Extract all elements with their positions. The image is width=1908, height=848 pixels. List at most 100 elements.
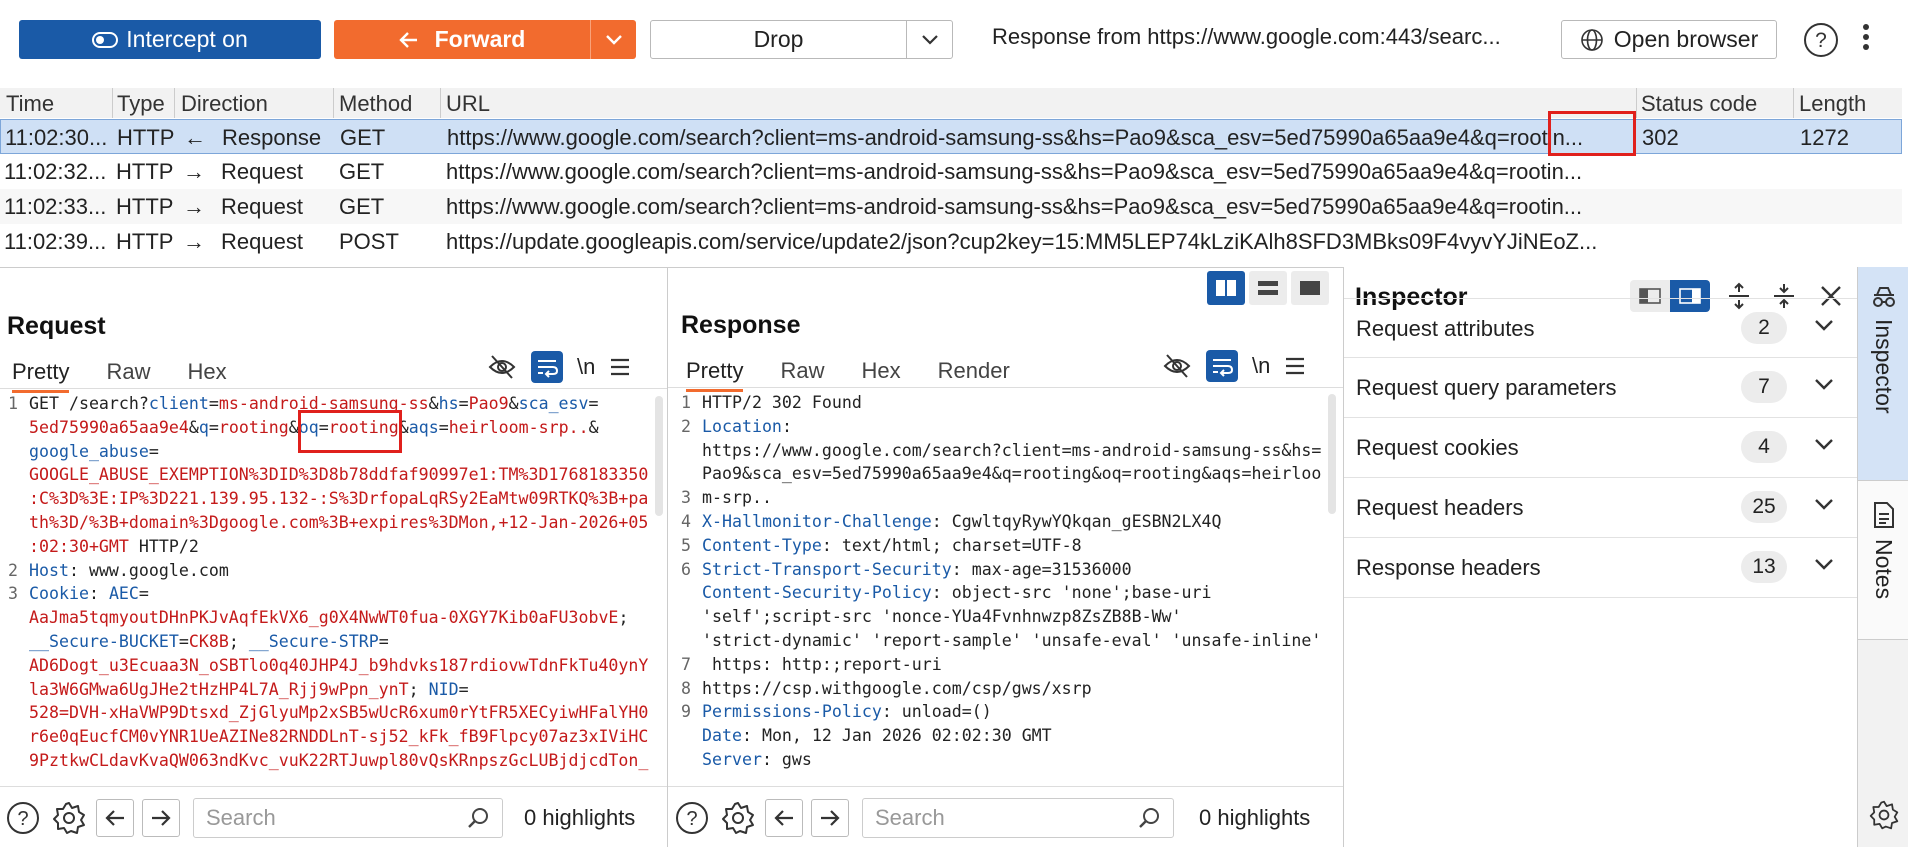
code-line: https: http:;report-uri	[702, 653, 1321, 677]
arrow-left-icon	[105, 809, 124, 826]
code-text: : CgwltqyRywYQkqan_gESBN2LX4Q	[931, 511, 1222, 531]
side-tab-inspector-label: Inspector	[1871, 319, 1897, 414]
column-header-direction[interactable]: Direction	[181, 91, 268, 117]
help-icon[interactable]: ?	[5, 800, 41, 836]
inspector-section-request-headers[interactable]: Request headers 25	[1344, 478, 1858, 538]
code-value: th%3D/%3B+domain%3Dgoogle.com%3B+expires…	[29, 512, 649, 532]
line-number: 3	[8, 584, 18, 604]
forward-button[interactable]: Forward	[334, 26, 590, 53]
code-key: sca_esv	[518, 394, 589, 413]
cell-method: POST	[339, 229, 399, 254]
cell-direction: Request	[221, 194, 303, 219]
code-text: : www.google.com	[68, 560, 229, 580]
search-icon	[468, 807, 488, 828]
side-tab-notes-label: Notes	[1871, 539, 1897, 600]
wrap-lines-icon[interactable]	[1206, 350, 1238, 382]
eye-off-icon[interactable]	[1162, 351, 1192, 381]
section-count-badge: 13	[1741, 551, 1787, 583]
request-editor-icons: \n	[487, 351, 631, 383]
search-placeholder: Search	[206, 804, 276, 830]
inspector-section-response-headers[interactable]: Response headers 13	[1344, 538, 1858, 598]
gear-icon[interactable]	[720, 800, 756, 836]
inspector-section-request-cookies[interactable]: Request cookies 4	[1344, 418, 1858, 478]
request-search-input[interactable]: Search	[193, 797, 503, 838]
code-text: &	[428, 394, 439, 413]
wrap-lines-icon[interactable]	[531, 351, 563, 383]
gear-icon[interactable]	[1868, 799, 1900, 831]
code-line: Content-Type: text/html; charset=UTF-8	[702, 534, 1321, 558]
table-row[interactable]: 11:02:39... HTTP → Request POST https://…	[0, 224, 1902, 259]
column-header-length[interactable]: Length	[1799, 91, 1866, 117]
next-button[interactable]	[142, 798, 180, 837]
code-value: :C%3D%3E:IP%3D221.139.95.132-:S%3DrfopaL…	[29, 489, 649, 509]
table-row[interactable]: 11:02:32... HTTP → Request GET https://w…	[0, 154, 1902, 189]
column-header-url[interactable]: URL	[446, 91, 490, 117]
drop-button[interactable]: Drop	[651, 26, 906, 53]
intercept-toggle-button[interactable]: Intercept on	[19, 20, 321, 59]
previous-button[interactable]	[765, 798, 803, 837]
code-line: https://www.google.com/search?client=ms-…	[702, 439, 1321, 463]
layout-toggle	[1207, 271, 1329, 305]
column-header-type[interactable]: Type	[117, 91, 165, 117]
code-text: =	[178, 631, 189, 651]
section-label: Request attributes	[1356, 316, 1535, 341]
code-value: GOOGLE_ABUSE_EXEMPTION%3DID%3D8b78ddfaf9…	[29, 465, 649, 485]
table-row[interactable]: 11:02:33... HTTP → Request GET https://w…	[0, 189, 1902, 224]
code-value: AaJma5tqmyoutDHnPKJvAqfEkVX6_g0X4NwWT0fu…	[29, 608, 619, 628]
open-browser-button[interactable]: Open browser	[1561, 20, 1777, 59]
menu-icon[interactable]	[609, 357, 631, 377]
forward-dropdown-button[interactable]	[590, 20, 636, 59]
newline-icon[interactable]: \n	[577, 354, 595, 380]
code-text: =	[208, 394, 219, 413]
code-key: google_abuse	[29, 441, 149, 461]
side-tab-notes[interactable]: Notes	[1858, 480, 1908, 640]
highlights-count: 0 highlights	[524, 804, 636, 830]
code-line: Location:	[702, 415, 1321, 439]
newline-icon[interactable]: \n	[1252, 353, 1270, 379]
code-line: Pao9&sca_esv=5ed75990a65aa9e4&q=rooting&…	[702, 462, 1321, 486]
response-editor[interactable]: 1 2 3 4 5 6 7 8 9 HTTP/2 302 Found Locati…	[668, 391, 1323, 786]
notes-icon	[1873, 502, 1894, 528]
section-label: Request query parameters	[1356, 375, 1617, 400]
drop-dropdown-button[interactable]	[906, 21, 952, 58]
more-options-icon[interactable]	[1862, 22, 1870, 52]
section-count-badge: 2	[1741, 312, 1787, 344]
code-line: th%3D/%3B+domain%3Dgoogle.com%3B+expires…	[29, 511, 648, 535]
line-number: 9	[681, 702, 691, 722]
next-button[interactable]	[811, 798, 849, 837]
code-value: heirloom-srp..	[448, 417, 589, 437]
code-key: hs	[438, 394, 459, 413]
section-count-badge: 25	[1741, 491, 1787, 523]
arrow-right-icon	[821, 809, 840, 826]
request-scrollbar[interactable]	[655, 396, 663, 516]
code-text: :	[781, 416, 792, 436]
cell-direction: Request	[221, 229, 303, 254]
help-icon[interactable]: ?	[1802, 21, 1840, 59]
layout-columns-icon[interactable]	[1207, 271, 1245, 305]
gear-icon[interactable]	[51, 800, 87, 836]
arrow-left-icon	[398, 31, 417, 48]
menu-icon[interactable]	[1284, 356, 1306, 376]
code-line: 'self';script-src 'nonce-YUa4Fvnhnwzp8Zs…	[702, 605, 1321, 629]
response-scrollbar[interactable]	[1328, 394, 1336, 514]
line-number: 4	[681, 512, 691, 531]
line-number: 8	[681, 678, 691, 698]
side-tab-inspector[interactable]: Inspector	[1858, 267, 1908, 480]
previous-button[interactable]	[96, 798, 134, 837]
layout-tabs-icon[interactable]	[1291, 271, 1329, 305]
chevron-down-icon	[605, 34, 622, 45]
column-header-status-code[interactable]: Status code	[1641, 91, 1757, 117]
response-search-input[interactable]: Search	[862, 797, 1174, 838]
arrow-left-icon: ←	[184, 125, 206, 150]
help-icon[interactable]: ?	[674, 800, 710, 836]
column-header-method[interactable]: Method	[339, 91, 412, 117]
globe-icon	[1580, 28, 1603, 51]
code-line: Cookie: AEC=	[29, 582, 648, 606]
inspector-section-request-attributes[interactable]: Request attributes 2	[1344, 298, 1858, 358]
code-text: =	[208, 417, 219, 437]
eye-off-icon[interactable]	[487, 352, 517, 382]
column-header-time[interactable]: Time	[6, 91, 54, 117]
layout-rows-icon[interactable]	[1249, 271, 1287, 305]
intercept-label: Intercept on	[126, 26, 248, 52]
inspector-section-query-parameters[interactable]: Request query parameters 7	[1344, 358, 1858, 418]
